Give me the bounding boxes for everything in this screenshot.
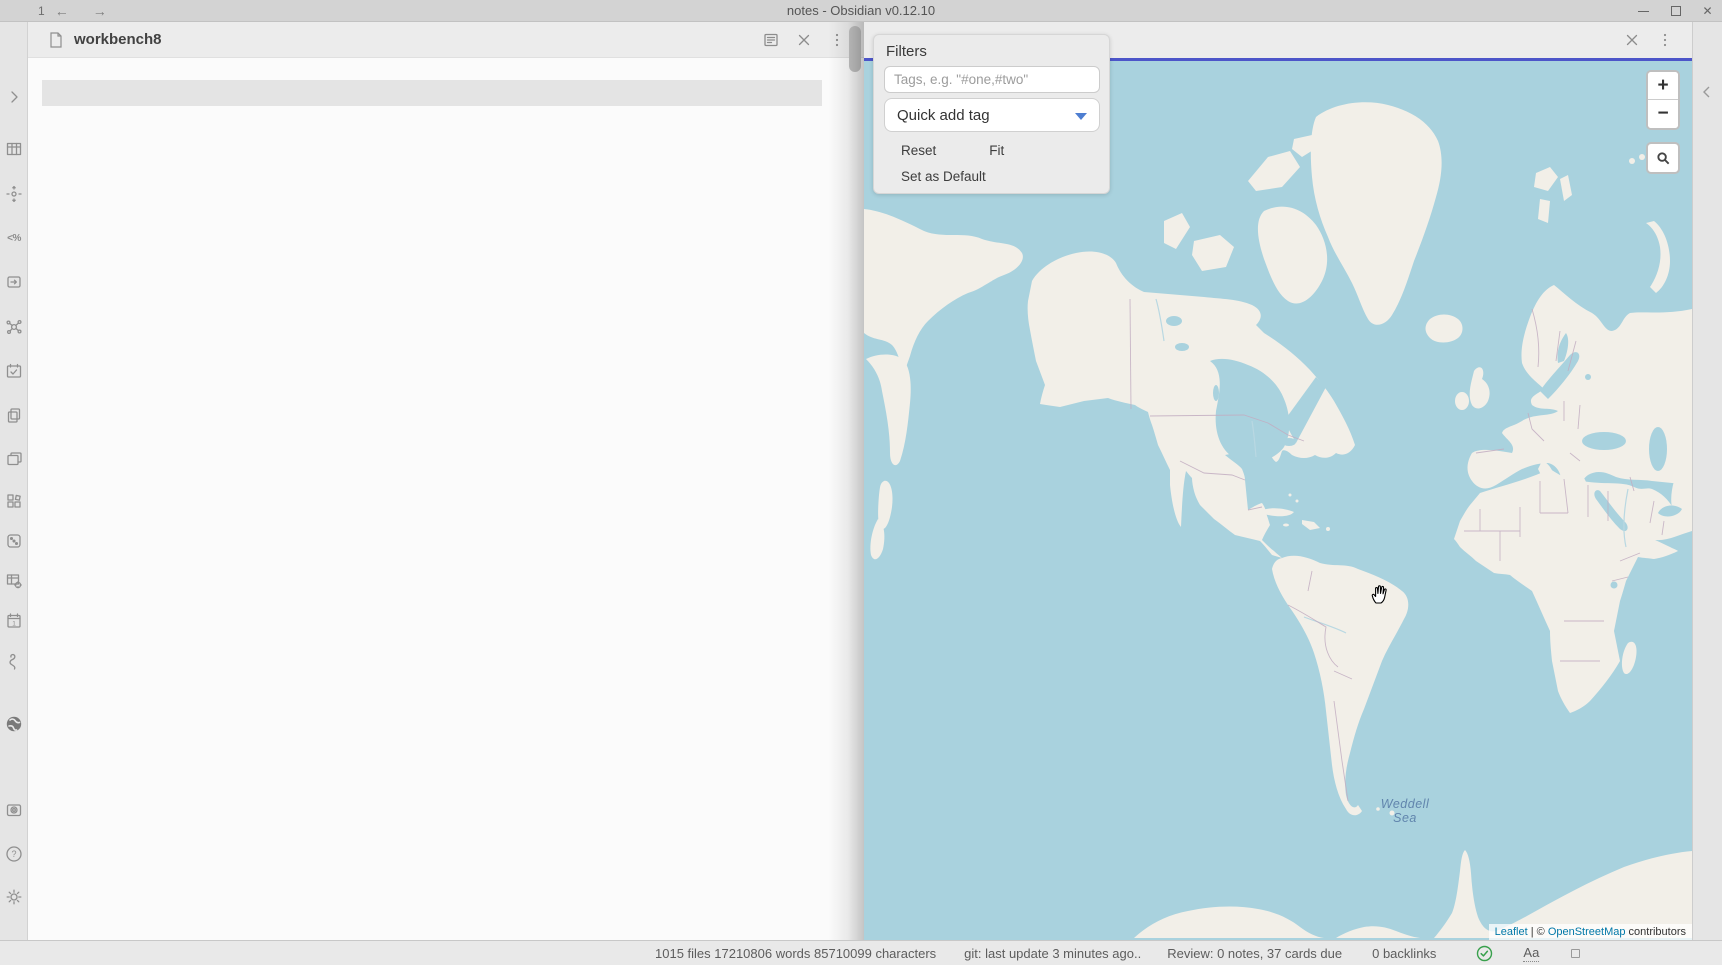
sliding-panes-icon[interactable]	[5, 450, 23, 468]
help-icon[interactable]: ?	[5, 845, 23, 863]
map-view-icon[interactable]	[5, 715, 23, 733]
calendar-check-icon[interactable]	[5, 362, 23, 380]
search-icon	[1656, 151, 1671, 166]
empty-note-block[interactable]	[42, 80, 822, 106]
database-table-icon[interactable]	[5, 572, 23, 590]
git-status[interactable]: git: last update 3 minutes ago..	[964, 946, 1141, 961]
workbench-header[interactable]: workbench8	[28, 22, 864, 58]
pan-arrows-icon[interactable]	[5, 185, 23, 203]
set-as-default-button[interactable]: Set as Default	[901, 169, 1099, 184]
titlebar: 1 ← → notes - Obsidian v0.12.10 ✕	[0, 0, 1722, 22]
pane-workbench: workbench8	[28, 22, 864, 940]
zoom-in-button[interactable]: +	[1648, 72, 1678, 100]
window-mode-icon[interactable]	[1571, 949, 1580, 958]
maximize-button[interactable]	[1669, 5, 1682, 18]
sync-ok-icon[interactable]	[1476, 945, 1493, 962]
blocks-icon[interactable]	[5, 492, 23, 510]
file-icon	[49, 32, 63, 48]
expand-sidebar-icon[interactable]	[5, 88, 23, 106]
right-ribbon	[1692, 22, 1722, 940]
window-title: notes - Obsidian v0.12.10	[0, 0, 1722, 22]
pane-map: Filters Quick add tag Reset Fit Set as D…	[864, 22, 1692, 940]
status-bar: 1015 files 17210806 words 85710099 chara…	[0, 940, 1722, 965]
left-ribbon: <% 1 ?	[0, 22, 28, 940]
spellcheck-toggle[interactable]: Aa	[1523, 945, 1539, 962]
close-map-pane-icon[interactable]	[1623, 31, 1641, 49]
zoom-out-button[interactable]: −	[1648, 100, 1678, 128]
filters-panel: Filters Quick add tag Reset Fit Set as D…	[873, 34, 1110, 194]
map-zoom-control: + −	[1646, 70, 1680, 130]
close-window-button[interactable]: ✕	[1701, 5, 1714, 18]
weddell-sea-label: Weddell Sea	[1370, 797, 1440, 825]
random-note-icon[interactable]	[5, 532, 23, 550]
templater-icon[interactable]: <%	[5, 229, 23, 247]
slides-icon[interactable]	[5, 273, 23, 291]
lasso-icon[interactable]	[5, 652, 23, 670]
filters-title: Filters	[886, 43, 1099, 60]
screenshot-icon[interactable]	[5, 801, 23, 819]
close-pane-icon[interactable]	[795, 31, 813, 49]
tags-filter-input[interactable]	[884, 66, 1100, 93]
review-status[interactable]: Review: 0 notes, 37 cards due	[1167, 946, 1342, 961]
collapse-right-sidebar-icon[interactable]	[1699, 84, 1715, 100]
map-pane-menu-icon[interactable]	[1656, 31, 1674, 49]
leaflet-link[interactable]: Leaflet	[1495, 926, 1528, 938]
help-glyph: ?	[11, 849, 16, 859]
file-stats: 1015 files 17210806 words 85710099 chara…	[655, 946, 936, 961]
settings-gear-icon[interactable]	[5, 888, 23, 906]
fit-button[interactable]: Fit	[989, 143, 1004, 158]
daily-note-icon[interactable]: 1	[5, 612, 23, 630]
quick-add-tag-label: Quick add tag	[897, 107, 990, 124]
daily-note-day: 1	[12, 621, 16, 628]
scrollbar-thumb[interactable]	[849, 26, 861, 72]
osm-link[interactable]: OpenStreetMap	[1548, 926, 1626, 938]
pane-menu-icon[interactable]	[828, 31, 846, 49]
reset-button[interactable]: Reset	[901, 143, 936, 158]
graph-view-icon[interactable]	[5, 318, 23, 336]
map-attribution: Leaflet | © OpenStreetMap contributors	[1489, 924, 1692, 940]
minimize-button[interactable]	[1637, 5, 1650, 18]
map-search-button[interactable]	[1646, 142, 1680, 174]
obsidian-window: 1 ← → notes - Obsidian v0.12.10 ✕ <% 1 ?	[0, 0, 1722, 965]
pane-title: workbench8	[74, 31, 162, 48]
dropdown-caret-icon	[1075, 113, 1087, 120]
table-icon[interactable]	[5, 140, 23, 158]
quick-add-tag-select[interactable]: Quick add tag	[884, 98, 1100, 132]
pane-shadow	[828, 22, 864, 940]
reading-view-icon[interactable]	[762, 31, 780, 49]
copy-note-icon[interactable]	[5, 406, 23, 424]
backlinks-count[interactable]: 0 backlinks	[1372, 946, 1436, 961]
